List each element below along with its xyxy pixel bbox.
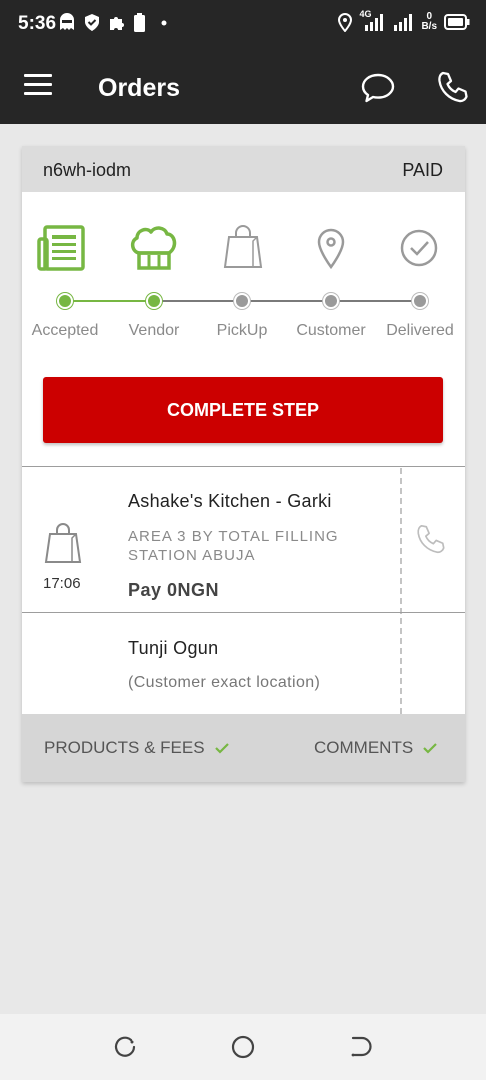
home-icon[interactable] [231, 1035, 255, 1059]
progress-track-done [65, 300, 154, 302]
vendor-address: AREA 3 BY TOTAL FILLING STATION ABUJA [128, 528, 339, 564]
step-label-pickup: PickUp [216, 322, 268, 339]
vendor-name: Ashake's Kitchen - Garki [128, 491, 332, 511]
payment-amount: Pay 0NGN [128, 580, 220, 600]
shopping-bag-icon [44, 523, 82, 563]
check-circle-icon [393, 222, 445, 274]
chef-hat-icon [128, 222, 180, 274]
location-pin-icon [305, 222, 357, 274]
app-bar: Orders [0, 50, 486, 124]
pickup-time: 17:06 [43, 575, 81, 592]
chat-icon[interactable] [360, 72, 396, 104]
step-label-vendor: Vendor [128, 322, 180, 339]
complete-step-button[interactable]: COMPLETE STEP [43, 377, 443, 443]
customer-name: Tunji Ogun [128, 638, 219, 658]
order-card[interactable]: n6wh-iodm PAID Accepted Vendor PickUp Cu… [22, 146, 465, 782]
signal-icon [394, 14, 413, 31]
divider [22, 466, 465, 467]
comments-label: COMMENTS [314, 738, 414, 757]
check-icon [214, 743, 229, 754]
customer-location: (Customer exact location) [128, 674, 321, 691]
step-label-customer: Customer [296, 322, 366, 339]
order-list-icon [36, 222, 88, 274]
step-dot-vendor [146, 293, 162, 309]
network-type: 4G [359, 9, 372, 19]
dashed-separator [400, 468, 402, 714]
call-vendor-icon[interactable] [415, 523, 447, 555]
step-label-delivered: Delivered [386, 322, 454, 339]
battery-icon [444, 14, 470, 30]
order-header: n6wh-iodm PAID [22, 146, 465, 192]
puzzle-icon [110, 17, 124, 30]
dot-icon [161, 20, 167, 26]
payment-status: PAID [402, 160, 443, 180]
products-fees-tab[interactable]: PRODUCTS & FEES [44, 738, 229, 758]
divider [22, 612, 465, 613]
check-icon [423, 743, 437, 754]
page-title: Orders [98, 74, 180, 102]
data-speed-unit: B/s [421, 21, 437, 32]
step-dot-delivered [412, 293, 428, 309]
order-footer: PRODUCTS & FEES COMMENTS [22, 714, 465, 782]
location-icon [338, 12, 353, 32]
step-dot-customer [323, 293, 339, 309]
progress-track-pending [154, 300, 420, 302]
step-label-accepted: Accepted [31, 322, 99, 339]
comments-tab[interactable]: COMMENTS [314, 738, 437, 758]
status-bar: 5:36 4G 0 B/s [0, 0, 486, 50]
step-dot-accepted [57, 293, 73, 309]
back-icon[interactable] [349, 1035, 373, 1059]
phone-icon[interactable] [436, 70, 470, 104]
shield-icon [85, 13, 99, 31]
step-dot-pickup [234, 293, 250, 309]
system-nav-bar [0, 1014, 486, 1080]
status-time: 5:36 [18, 13, 57, 34]
order-id: n6wh-iodm [43, 160, 132, 180]
products-fees-label: PRODUCTS & FEES [44, 738, 205, 757]
shopping-bag-icon [217, 222, 269, 274]
menu-icon[interactable] [24, 74, 52, 100]
ghost-icon [60, 13, 74, 30]
battery-small-icon [134, 12, 145, 32]
recents-icon[interactable] [113, 1035, 137, 1059]
